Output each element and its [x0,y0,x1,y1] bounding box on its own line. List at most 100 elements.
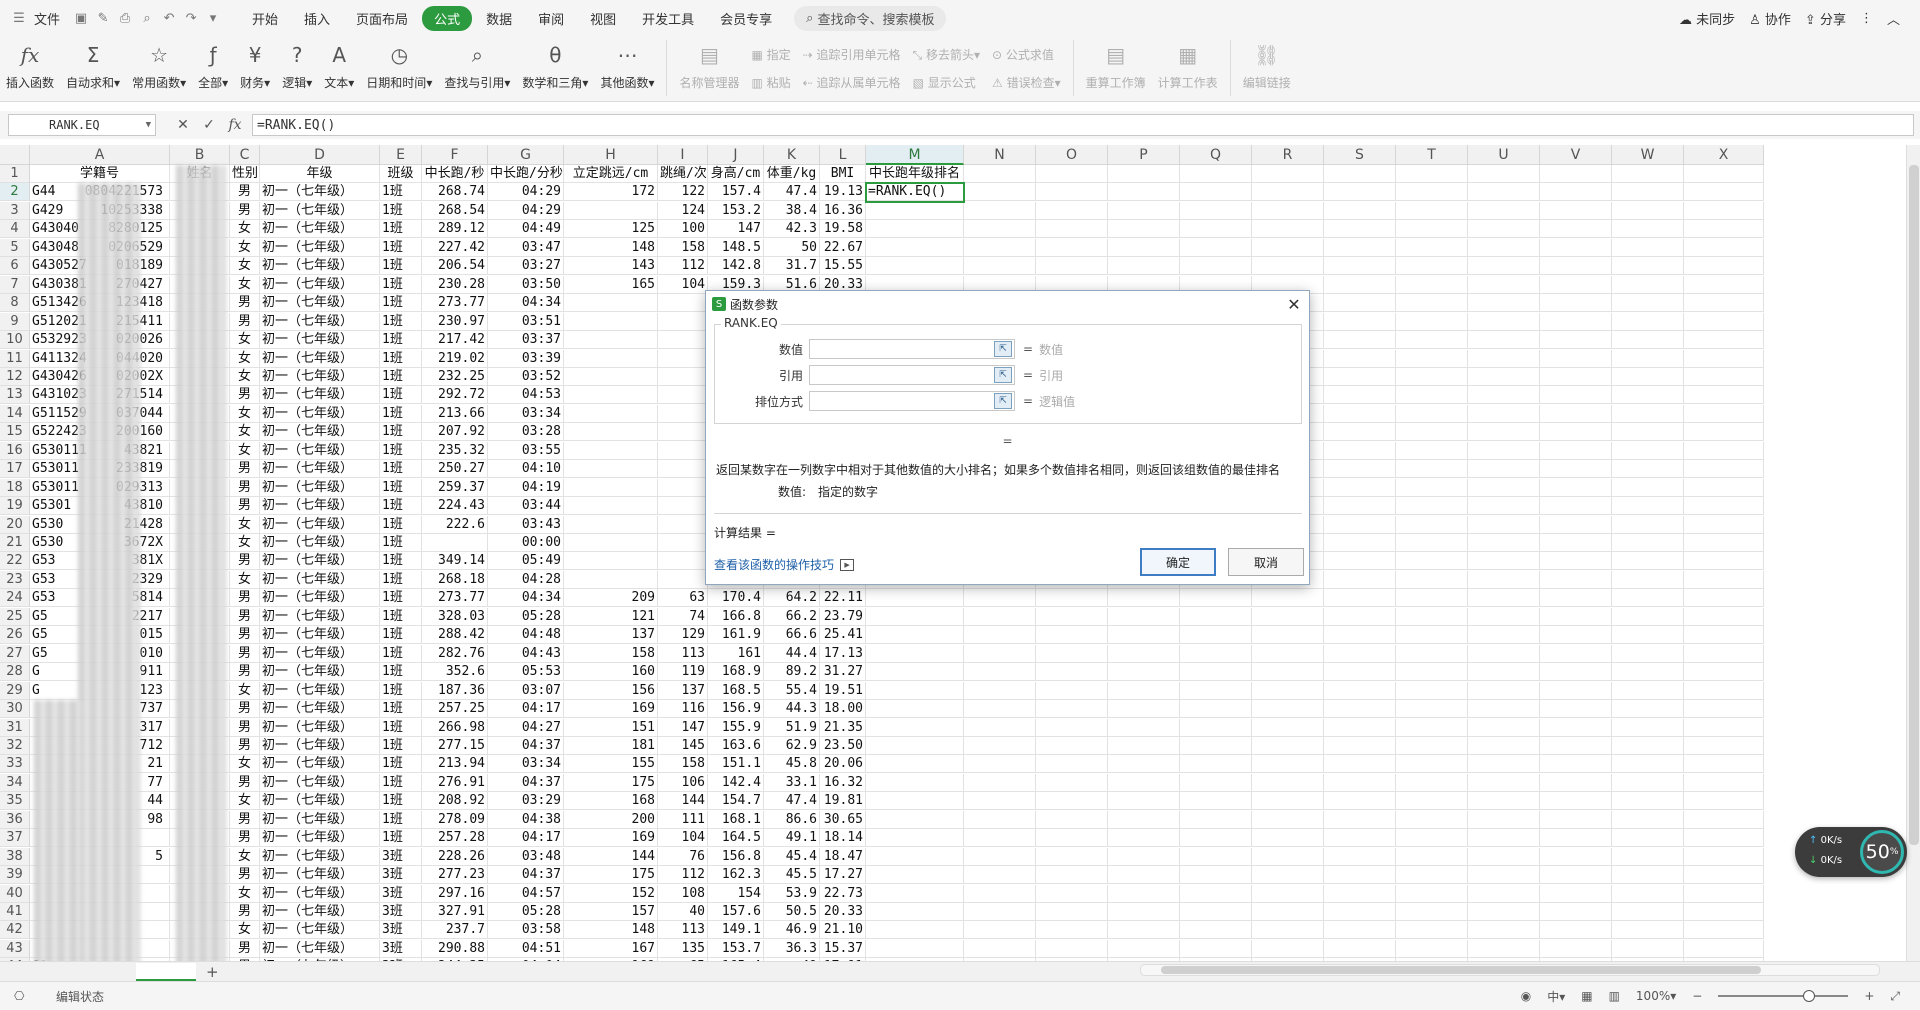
column-header-F[interactable]: F [422,145,488,165]
cell-k[interactable]: 89.2 [764,663,820,682]
empty-cell[interactable] [1324,644,1396,663]
cell-d[interactable]: 初一（七年级） [260,257,380,276]
empty-cell[interactable] [1468,903,1540,921]
cell-d[interactable]: 初一（七年级） [260,275,380,294]
cell-d[interactable]: 初一（七年级） [260,939,380,958]
cell-g[interactable]: 05:53 [488,663,564,682]
cell-k[interactable]: 51.9 [764,718,820,737]
empty-cell[interactable] [1108,755,1180,774]
empty-cell[interactable] [1324,700,1396,719]
cell-d[interactable]: 初一（七年级） [260,515,380,534]
empty-cell[interactable] [1108,829,1180,848]
empty-cell[interactable] [1180,257,1252,276]
cell-c[interactable]: 女 [230,681,260,700]
empty-cell[interactable] [1252,847,1324,866]
cell-m[interactable] [866,939,964,958]
empty-cell[interactable] [1468,165,1540,183]
cell-e[interactable]: 3班 [380,939,422,958]
empty-cell[interactable] [1612,165,1684,183]
eye-protection-icon[interactable]: ◉ [1521,989,1531,1003]
empty-cell[interactable] [1612,183,1684,202]
empty-cell[interactable] [1684,515,1764,534]
cell-f[interactable]: 268.54 [422,201,488,220]
empty-cell[interactable] [1324,736,1396,755]
cell-f[interactable]: 222.6 [422,515,488,534]
cell-c[interactable]: 女 [230,367,260,386]
empty-cell[interactable] [1612,884,1684,903]
cell-g[interactable]: 03:07 [488,681,564,700]
empty-cell[interactable] [1180,718,1252,737]
cell-f[interactable]: 250.27 [422,460,488,479]
empty-cell[interactable] [1036,718,1108,737]
cell-g[interactable]: 04:27 [488,718,564,737]
dialog-titlebar[interactable]: S 函数参数 ✕ [706,291,1309,317]
cell-i[interactable]: 137 [658,681,708,700]
row-header[interactable]: 7 [0,275,30,294]
row-header[interactable]: 14 [0,404,30,423]
cell-h[interactable] [564,515,658,534]
cell-j[interactable]: 157.4 [708,183,764,202]
empty-cell[interactable] [1036,939,1108,958]
empty-cell[interactable] [1684,773,1764,792]
empty-cell[interactable] [1396,644,1468,663]
empty-cell[interactable] [1324,570,1396,589]
empty-cell[interactable] [1324,349,1396,368]
empty-cell[interactable] [1468,478,1540,497]
empty-cell[interactable] [1540,404,1612,423]
cell-g[interactable]: 03:44 [488,497,564,516]
tab-7[interactable]: 开发工具 [630,6,706,31]
cell-j[interactable]: 168.5 [708,681,764,700]
empty-cell[interactable] [1324,626,1396,645]
empty-cell[interactable] [1036,257,1108,276]
cell-i[interactable]: 158 [658,238,708,257]
empty-cell[interactable] [1540,866,1612,885]
empty-cell[interactable] [1684,165,1764,183]
cell-m[interactable] [866,607,964,626]
cell-d[interactable]: 初一（七年级） [260,589,380,608]
cell-c[interactable]: 男 [230,810,260,829]
empty-cell[interactable] [1684,700,1764,719]
all-functions-button[interactable]: ƒ 全部▾ [192,40,234,100]
cell-k[interactable]: 45.5 [764,866,820,885]
empty-cell[interactable] [1396,903,1468,921]
cell-i[interactable]: 112 [658,257,708,276]
empty-cell[interactable] [1180,238,1252,257]
empty-cell[interactable] [1324,423,1396,442]
cell-c[interactable]: 女 [230,847,260,866]
empty-cell[interactable] [1180,755,1252,774]
tab-1[interactable]: 插入 [292,6,342,31]
empty-cell[interactable] [1612,497,1684,516]
print-preview-icon[interactable]: ⌕ [136,7,158,29]
macro-icon[interactable]: ⎔ [14,989,24,1003]
row-header[interactable]: 4 [0,220,30,239]
cell-d[interactable]: 初一（七年级） [260,663,380,682]
empty-cell[interactable] [1252,718,1324,737]
cell-f[interactable]: 273.77 [422,294,488,313]
empty-cell[interactable] [1108,626,1180,645]
cell-c[interactable]: 女 [230,792,260,811]
fx-icon[interactable]: fx [222,117,248,133]
cell-d[interactable]: 初一（七年级） [260,700,380,719]
file-menu[interactable]: 文件 [30,9,70,28]
empty-cell[interactable] [1540,534,1612,552]
empty-cell[interactable] [1540,386,1612,405]
cell-f[interactable]: 207.92 [422,423,488,442]
cell-m[interactable]: =RANK.EQ() [866,183,964,202]
cell-m[interactable] [866,589,964,608]
empty-cell[interactable] [1324,773,1396,792]
cell-l[interactable]: 16.32 [820,773,866,792]
empty-cell[interactable] [1684,312,1764,331]
cell-h[interactable]: 125 [564,220,658,239]
empty-cell[interactable] [1612,460,1684,479]
cell-g[interactable]: 05:49 [488,552,564,571]
cell-f[interactable]: 217.42 [422,331,488,350]
empty-cell[interactable] [1252,238,1324,257]
row-header[interactable]: 24 [0,589,30,608]
empty-cell[interactable] [1036,663,1108,682]
cell-i[interactable] [658,312,708,331]
cell-d[interactable]: 初一（七年级） [260,331,380,350]
cell-g[interactable]: 03:28 [488,423,564,442]
header-cell[interactable]: 性别 [230,165,260,183]
empty-cell[interactable] [1036,810,1108,829]
empty-cell[interactable] [1180,220,1252,239]
